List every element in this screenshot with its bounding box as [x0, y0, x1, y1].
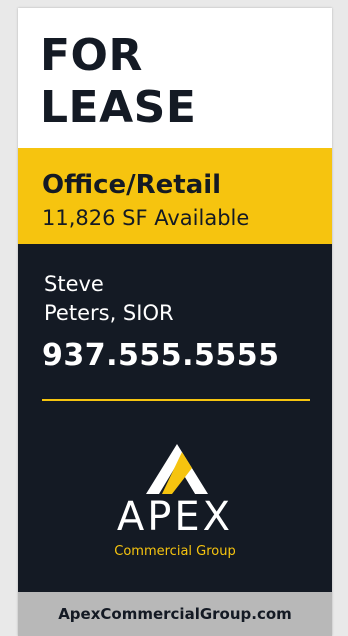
headline-line-1: FOR [40, 30, 143, 81]
headline-line-2: LEASE [40, 82, 197, 133]
lease-sign: FOR LEASE Office/Retail 11,826 SF Availa… [18, 8, 332, 636]
apex-mountain-logo-icon [146, 444, 208, 494]
phone-number[interactable]: 937.555.5555 [42, 338, 280, 374]
website-link[interactable]: ApexCommercialGroup.com [18, 592, 332, 636]
agent-name-line-1: Steve [44, 272, 104, 296]
property-panel: Office/Retail 11,826 SF Available [18, 148, 332, 244]
agent-name: Steve Peters, SIOR [44, 270, 254, 328]
brand-name: APEX [116, 494, 234, 540]
property-type: Office/Retail [42, 170, 222, 200]
contact-panel: Steve Peters, SIOR 937.555.5555 APEX Com… [18, 244, 332, 592]
headline-panel: FOR LEASE [18, 8, 332, 148]
agent-name-line-2: Peters, SIOR [44, 301, 174, 325]
brand-subtitle: Commercial Group [114, 544, 236, 559]
headline: FOR LEASE [40, 30, 196, 134]
website-bar: ApexCommercialGroup.com [18, 592, 332, 636]
divider [42, 399, 310, 401]
available-space: 11,826 SF Available [42, 206, 250, 230]
